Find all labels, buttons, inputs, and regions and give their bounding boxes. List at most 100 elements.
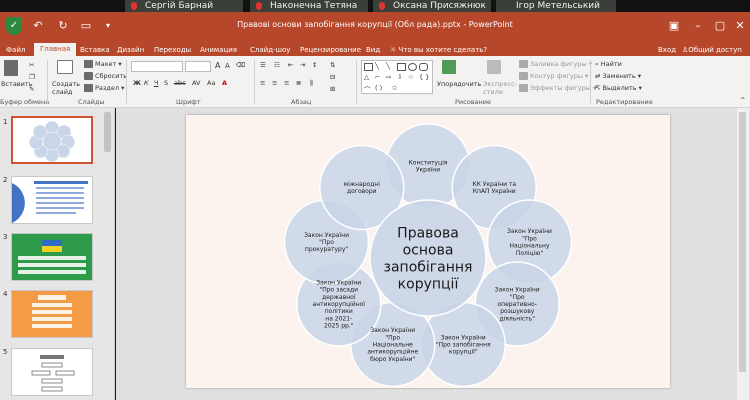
select-label: Выделить xyxy=(602,84,637,92)
arrow-shape-icon[interactable]: ⇩ xyxy=(397,73,402,81)
tab-file[interactable]: Файл xyxy=(6,44,25,56)
justify-icon[interactable]: ≣ xyxy=(296,79,301,87)
font-size-dropdown[interactable] xyxy=(185,61,211,72)
decrease-font-icon[interactable]: A xyxy=(225,62,230,70)
participant-tile[interactable]: Наконечна Тетяна xyxy=(250,0,368,12)
thumbnail-slide-1[interactable] xyxy=(11,116,93,164)
change-case-icon[interactable]: Aa xyxy=(207,79,215,87)
line-shape-icon[interactable]: ╲ xyxy=(375,62,379,70)
thumbnail-slide-2[interactable] xyxy=(11,176,93,224)
tab-review[interactable]: Рецензирование xyxy=(300,44,361,56)
new-slide-icon[interactable] xyxy=(57,60,75,78)
brace-shape-icon[interactable]: { } xyxy=(419,73,429,81)
oval-shape-icon[interactable] xyxy=(408,63,417,71)
participant-tile[interactable]: Сергій Барнай xyxy=(125,0,243,12)
tab-insert[interactable]: Вставка xyxy=(80,44,110,56)
copy-icon[interactable]: ❐ xyxy=(29,73,35,81)
shape-outline-button[interactable]: Контур фигуры ▾ xyxy=(519,72,588,80)
align-text-icon[interactable]: ⊟ xyxy=(330,73,335,81)
section-label: Раздел xyxy=(95,84,120,92)
italic-icon[interactable]: К xyxy=(144,79,149,87)
current-slide[interactable]: Конституція України КК України та КпАП Укра… xyxy=(186,115,670,388)
sign-in-link[interactable]: Вход xyxy=(658,44,676,56)
columns-icon[interactable]: ⫼ xyxy=(310,79,313,88)
find-button[interactable]: ⌕ Найти xyxy=(595,60,622,69)
share-button[interactable]: ♙Общий доступ xyxy=(682,44,742,56)
cut-icon[interactable]: ✂ xyxy=(29,61,34,69)
increase-indent-icon[interactable]: ⇥ xyxy=(300,61,305,69)
reset-button[interactable]: Сбросить xyxy=(84,72,127,80)
text-direction-icon[interactable]: ⇅ xyxy=(330,61,335,69)
numbering-icon[interactable]: ☷ xyxy=(274,61,280,69)
close-icon[interactable]: ✕ xyxy=(732,18,748,34)
thumbnail-scrollbar[interactable] xyxy=(104,112,111,152)
tab-animations[interactable]: Анимация xyxy=(200,44,237,56)
arrange-icon[interactable] xyxy=(442,60,462,78)
petal-label: розшукову xyxy=(500,308,535,315)
line-shape-icon[interactable]: ╲ xyxy=(386,62,390,70)
connector-shape-icon[interactable]: ⌐ xyxy=(375,73,380,81)
bullets-icon[interactable]: ☰ xyxy=(260,61,266,69)
quick-styles-icon[interactable] xyxy=(487,60,505,78)
brace-shape-icon[interactable]: ( ) xyxy=(375,84,382,92)
underline-icon[interactable]: Ч xyxy=(154,79,158,87)
ribbon-separator xyxy=(126,60,127,104)
layout-button[interactable]: Макет ▾ xyxy=(84,60,122,68)
tab-slideshow[interactable]: Слайд-шоу xyxy=(250,44,290,56)
rounded-rect-shape-icon[interactable] xyxy=(419,63,428,71)
petal-label: міжнародні xyxy=(344,181,381,188)
paste-icon[interactable] xyxy=(4,60,26,78)
new-slide-button[interactable]: Создать слайд xyxy=(52,80,82,96)
participant-tile[interactable]: Оксана Присяжнюк xyxy=(373,0,491,12)
shape-effects-button[interactable]: Эффекты фигуры ▾ xyxy=(519,84,596,92)
smartart-icon[interactable]: ⊞ xyxy=(330,85,335,93)
scrollbar-thumb[interactable] xyxy=(739,112,746,372)
mic-muted-icon xyxy=(256,2,262,10)
align-left-icon[interactable]: ≡ xyxy=(260,79,265,87)
arrange-button[interactable]: Упорядочить xyxy=(437,80,481,88)
tab-home[interactable]: Главная xyxy=(34,43,77,56)
increase-font-icon[interactable]: A xyxy=(215,61,220,70)
replace-button[interactable]: ⇄ Заменить ▾ xyxy=(595,72,641,80)
maximize-icon[interactable]: ▢ xyxy=(712,18,728,34)
collapse-ribbon-icon[interactable]: ^ xyxy=(740,96,745,104)
tell-me-box[interactable]: ☼ Что вы хотите сделать? xyxy=(390,44,487,56)
quick-styles-button[interactable]: Экспресс-стили xyxy=(483,80,519,96)
tab-transitions[interactable]: Переходы xyxy=(154,44,191,56)
align-center-icon[interactable]: ≡ xyxy=(272,79,277,87)
decrease-indent-icon[interactable]: ⇤ xyxy=(288,61,293,69)
font-color-icon[interactable]: A xyxy=(222,79,227,87)
font-name-dropdown[interactable] xyxy=(131,61,183,72)
arrow-shape-icon[interactable]: ⇨ xyxy=(386,73,391,81)
rectangle-shape-icon[interactable] xyxy=(397,63,406,71)
thumbnail-slide-3[interactable] xyxy=(11,233,93,281)
minimize-icon[interactable]: – xyxy=(690,18,706,34)
slides-group-label: Слайды xyxy=(78,98,105,106)
curve-shape-icon[interactable]: ⌒ xyxy=(364,84,371,94)
strikethrough-icon[interactable]: abc xyxy=(174,79,186,87)
thumbnail-slide-4[interactable] xyxy=(11,290,93,338)
shapes-gallery[interactable]: ╲ ╲ △ ⌐ ⇨ ⇩ ☆ { } ⌒ ( ) ✩ xyxy=(361,60,433,94)
tab-design[interactable]: Дизайн xyxy=(117,44,144,56)
star-shape-icon[interactable]: ✩ xyxy=(392,84,397,92)
clear-formatting-icon[interactable]: ⌫ xyxy=(236,61,245,69)
participant-tile[interactable]: Ігор Метельський xyxy=(496,0,616,12)
tab-view[interactable]: Вид xyxy=(366,44,380,56)
bold-icon[interactable]: Ж xyxy=(133,79,141,87)
shape-fill-button[interactable]: Заливка фигуры ▾ xyxy=(519,60,592,68)
format-painter-icon[interactable]: ✎ xyxy=(29,85,34,93)
mic-muted-icon xyxy=(379,2,385,10)
star-shape-icon[interactable]: ☆ xyxy=(408,73,414,81)
align-right-icon[interactable]: ≡ xyxy=(284,79,289,87)
paste-button[interactable]: Вставить xyxy=(1,80,32,88)
thumbnail-slide-5[interactable] xyxy=(11,348,93,396)
line-spacing-icon[interactable]: ↕ xyxy=(312,61,317,69)
ribbon-display-icon[interactable]: ▣ xyxy=(666,18,682,34)
select-button[interactable]: ⇱ Выделить ▾ xyxy=(595,84,642,92)
section-button[interactable]: Раздел ▾ xyxy=(84,84,124,92)
textbox-shape-icon[interactable] xyxy=(364,63,373,71)
vertical-scrollbar[interactable] xyxy=(737,108,749,400)
char-spacing-icon[interactable]: AV xyxy=(192,79,200,87)
triangle-shape-icon[interactable]: △ xyxy=(364,73,369,81)
shadow-icon[interactable]: S xyxy=(164,79,168,87)
